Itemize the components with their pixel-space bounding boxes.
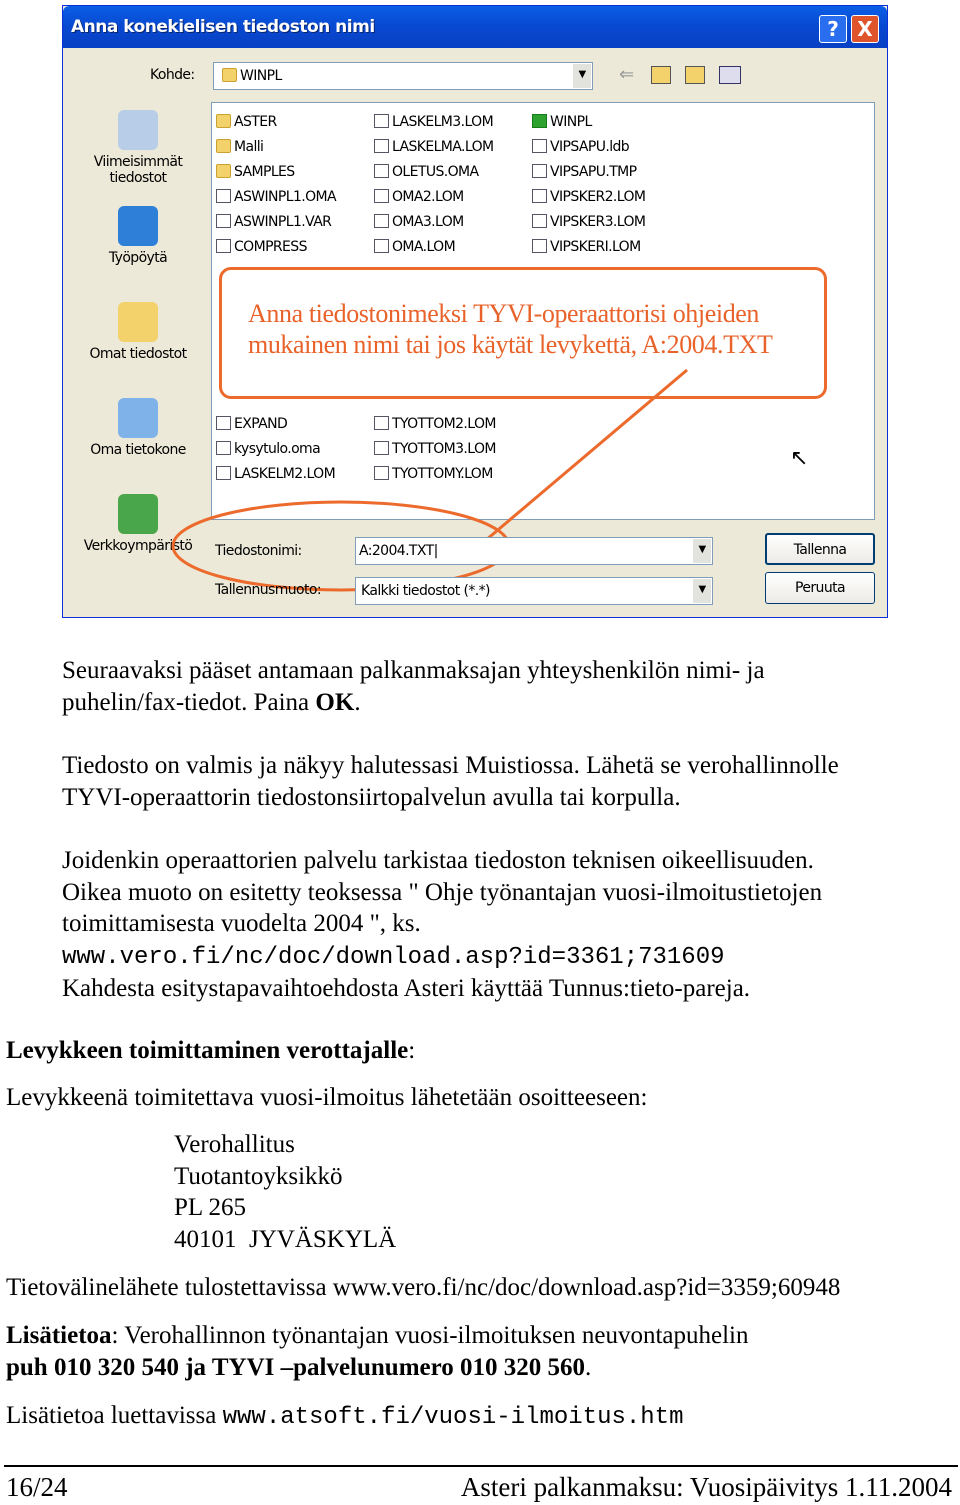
paragraph-1: Seuraavaksi pääset antamaan palkanmaksaj… — [62, 657, 765, 716]
paragraph-7: Lisätietoa luettavissa www.atsoft.fi/vuo… — [6, 1400, 683, 1434]
section-heading: Levykkeen toimittaminen verottajalle — [6, 1037, 409, 1064]
filename-label: Tiedostonimi: — [215, 543, 302, 559]
text: : Verohallinnon työnantajan vuosi-ilmoit… — [111, 1322, 749, 1349]
footer-rule — [4, 1465, 958, 1467]
chevron-down-icon[interactable]: ▼ — [693, 579, 711, 603]
label: Lisätietoa — [6, 1322, 112, 1349]
annotation-arrow — [472, 368, 688, 553]
text: Oikea muoto on esitetty teoksessa " Ohje… — [62, 878, 823, 906]
text: Lisätietoa luettavissa — [6, 1402, 223, 1429]
cancel-button[interactable]: Peruuta — [765, 572, 875, 604]
filetype-value: Kalkki tiedostot (*.*) — [361, 583, 490, 599]
paragraph-5: Tietovälinelähete tulostettavissa www.ve… — [6, 1274, 841, 1301]
text: Tiedosto on valmis ja näkyy halutessasi … — [62, 752, 839, 779]
paragraph-4: Levykkeenä toimitettava vuosi-ilmoitus l… — [6, 1084, 648, 1111]
filetype-label: Tallennusmuoto: — [215, 582, 322, 598]
filetype-select[interactable]: Kalkki tiedostot (*.*) ▼ — [355, 577, 713, 605]
address-line: Tuotantoyksikkö — [174, 1162, 343, 1190]
paragraph-3: Joidenkin operaattorien palvelu tarkista… — [62, 845, 822, 1005]
ok-emphasis: OK — [315, 688, 355, 716]
phone-numbers: puh 010 320 540 ja TYVI –palvelunumero 0… — [6, 1353, 586, 1381]
page-number: 16/24 — [6, 1472, 68, 1502]
paragraph-6: Lisätietoa: Verohallinnon työnantajan vu… — [6, 1322, 749, 1381]
paragraph-2: Tiedosto on valmis ja näkyy halutessasi … — [62, 750, 839, 813]
text: Joidenkin operaattorien palvelu tarkista… — [62, 847, 814, 874]
filename-value: A:2004.TXT — [359, 543, 434, 559]
text: puhelin/fax-tiedot. Paina — [62, 688, 316, 716]
annotation-overlay — [171, 368, 688, 592]
address-line: PL 265 — [174, 1194, 246, 1221]
text: TYVI-operaattorin tiedostonsiirtopalvelu… — [62, 783, 681, 811]
save-button[interactable]: Tallenna — [765, 533, 875, 565]
text: toimittamisesta vuodelta 2004 ", ks. — [62, 910, 421, 937]
chevron-down-icon[interactable]: ▼ — [693, 539, 711, 563]
address-line: Verohallitus — [174, 1131, 295, 1158]
heading: Levykkeen toimittaminen verottajalle: — [6, 1037, 416, 1064]
address-line: 40101 JYVÄSKYLÄ — [174, 1225, 397, 1253]
footer-title: Asteri palkanmaksu: Vuosipäivitys 1.11.2… — [460, 1472, 952, 1502]
text: Kahdesta esitystapavaihtoehdosta Asteri … — [62, 975, 751, 1002]
link-url[interactable]: www.vero.fi/nc/doc/download.asp?id=3361;… — [62, 944, 725, 971]
address: Verohallitus Tuotantoyksikkö PL 265 40101 J… — [174, 1129, 396, 1255]
text: Seuraavaksi pääset antamaan palkanmaksaj… — [62, 657, 765, 684]
link-url[interactable]: www.atsoft.fi/vuosi-ilmoitus.htm — [223, 1404, 684, 1431]
save-dialog-screenshot: Anna konekielisen tiedoston nimi ? X Koh… — [62, 5, 888, 618]
filename-input[interactable]: A:2004.TXT| ▼ — [355, 537, 713, 565]
